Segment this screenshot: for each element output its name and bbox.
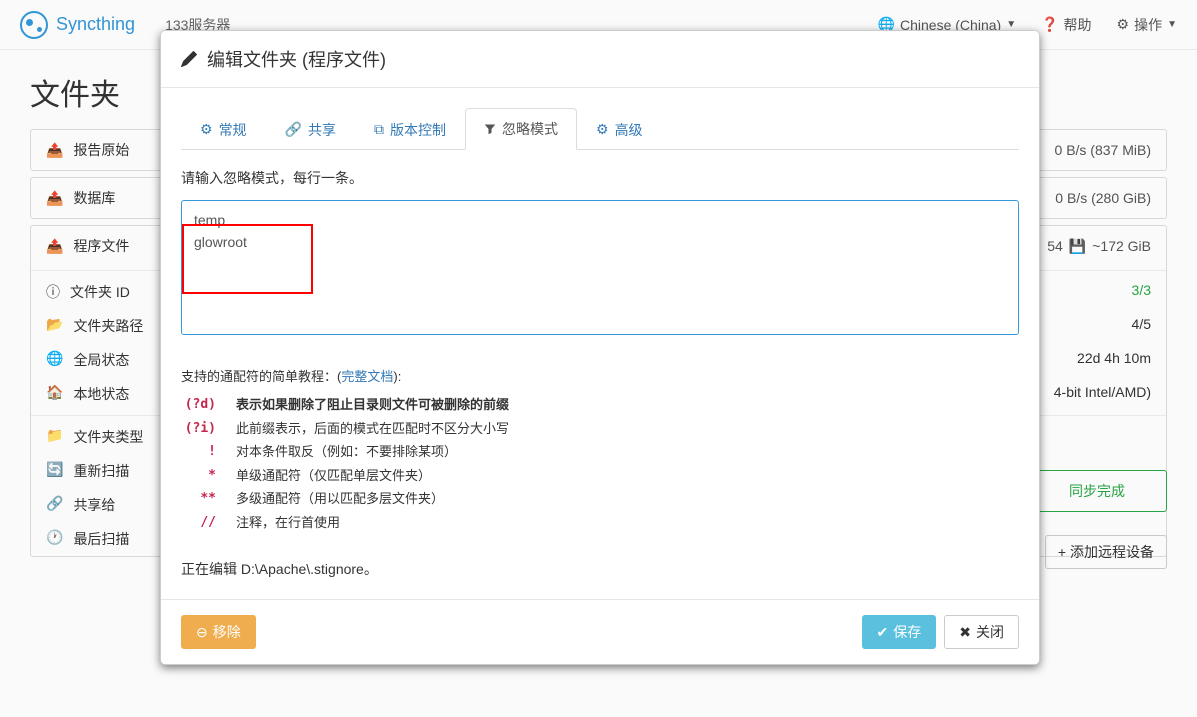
copy-icon: ⧉ [374,121,384,138]
pattern-code: ** [181,489,236,509]
modal-title: 编辑文件夹 (程序文件) [207,46,386,72]
gear-icon: ⚙ [200,121,213,138]
ignore-help-text: 请输入忽略模式，每行一条。 [181,168,1019,188]
sliders-icon: ⚙ [596,121,609,138]
tab-label: 高级 [615,120,643,140]
minus-circle-icon: ⊖ [196,624,208,641]
pattern-code: ! [181,442,236,462]
close-button[interactable]: ✖ 关闭 [944,615,1019,649]
save-label: 保存 [893,622,921,642]
tab-advanced[interactable]: ⚙ 高级 [577,108,662,150]
pattern-row: !对本条件取反（例如：不要排除某项） [181,440,1019,464]
pattern-row: **多级通配符（用以匹配多层文件夹） [181,487,1019,511]
editing-file-path: 正在编辑 D:\Apache\.stignore。 [181,559,1019,579]
full-docs-link[interactable]: 完整文档 [341,369,393,384]
modal-footer: ⊖ 移除 ✔ 保存 ✖ 关闭 [161,599,1039,664]
tab-ignore-patterns[interactable]: 忽略模式 [465,108,577,150]
pattern-row: (?i)此前缀表示，后面的模式在匹配时不区分大小写 [181,417,1019,441]
tab-label: 常规 [219,120,247,140]
tab-versioning[interactable]: ⧉ 版本控制 [355,108,465,150]
pattern-help-prefix: 支持的通配符的简单教程：( [181,369,341,384]
pattern-code: (?d) [181,395,236,415]
share-icon: 🔗 [285,121,302,138]
tab-label: 共享 [308,120,336,140]
remove-button[interactable]: ⊖ 移除 [181,615,256,649]
modal-header: 编辑文件夹 (程序文件) [161,31,1039,88]
tab-general[interactable]: ⚙ 常规 [181,108,266,150]
pattern-code: (?i) [181,419,236,439]
pattern-desc: 此前缀表示，后面的模式在匹配时不区分大小写 [236,419,509,439]
filter-icon [484,123,496,135]
pattern-row: *单级通配符（仅匹配单层文件夹） [181,464,1019,488]
tab-label: 版本控制 [390,120,446,140]
tabs: ⚙ 常规 🔗 共享 ⧉ 版本控制 忽略模式 ⚙ 高级 [181,108,1019,150]
save-button[interactable]: ✔ 保存 [862,615,937,649]
ignore-patterns-textarea[interactable] [181,200,1019,335]
close-label: 关闭 [976,622,1004,642]
pattern-desc: 表示如果删除了阻止目录则文件可被删除的前缀 [236,395,509,415]
pattern-code: * [181,466,236,486]
edit-folder-modal: 编辑文件夹 (程序文件) ⚙ 常规 🔗 共享 ⧉ 版本控制 忽略模式 [160,30,1040,665]
tab-label: 忽略模式 [502,119,558,139]
close-icon: ✖ [959,624,971,641]
pencil-icon [181,51,197,67]
pattern-row: //注释，在行首使用 [181,511,1019,535]
pattern-desc: 多级通配符（用以匹配多层文件夹） [236,489,444,509]
pattern-help: 支持的通配符的简单教程：(完整文档): (?d)表示如果删除了阻止目录则文件可被… [181,366,1019,534]
pattern-code: // [181,513,236,533]
tab-sharing[interactable]: 🔗 共享 [266,108,355,150]
pattern-desc: 单级通配符（仅匹配单层文件夹） [236,466,431,486]
pattern-row: (?d)表示如果删除了阻止目录则文件可被删除的前缀 [181,393,1019,417]
pattern-desc: 对本条件取反（例如：不要排除某项） [236,442,457,462]
pattern-desc: 注释，在行首使用 [236,513,340,533]
check-icon: ✔ [877,624,889,641]
pattern-help-suffix: ): [393,369,401,384]
remove-label: 移除 [213,622,241,642]
